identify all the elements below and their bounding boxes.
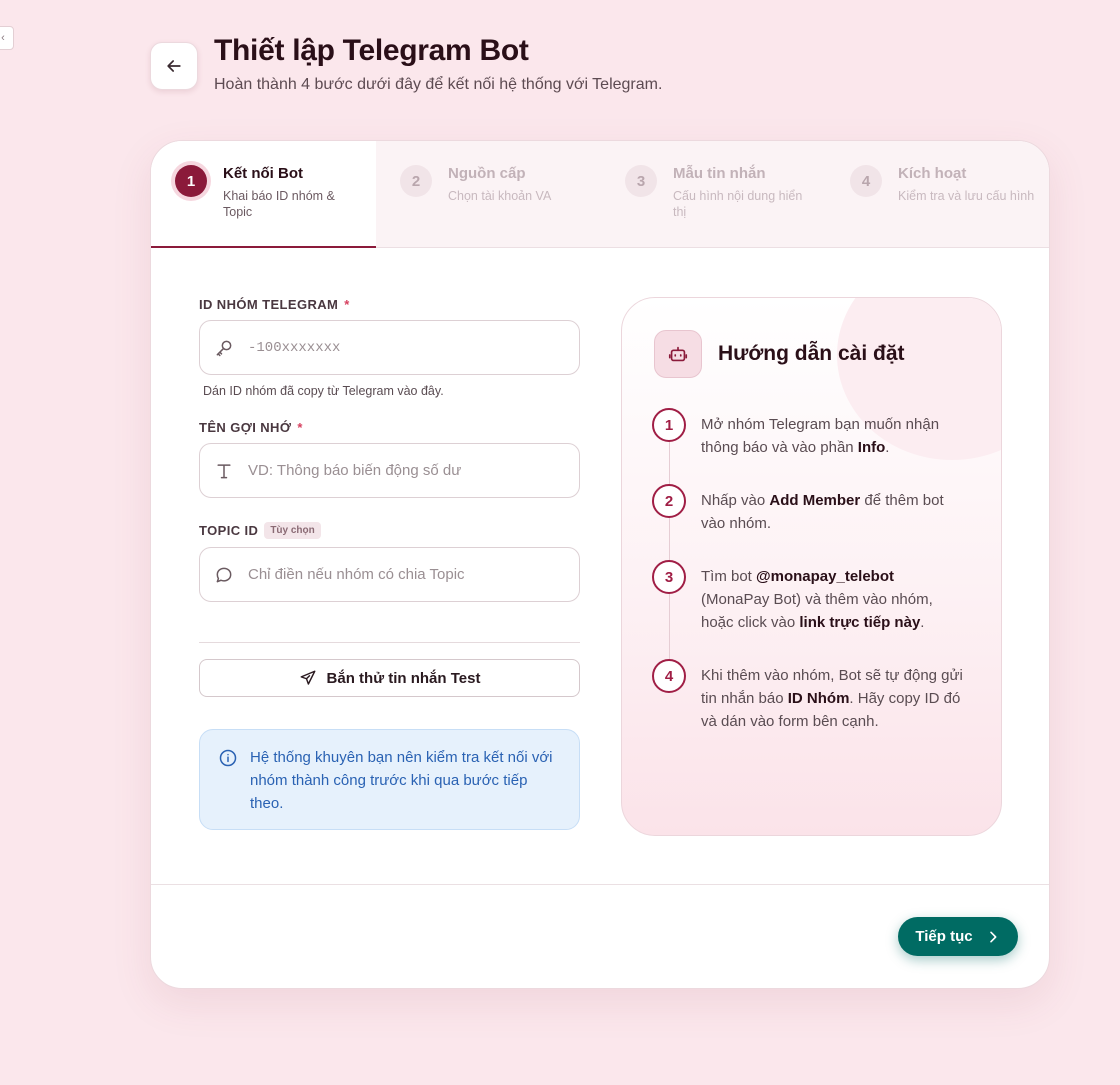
guide-step: 2 Nhấp vào Add Member để thêm bot vào nh… — [652, 484, 971, 535]
step-number: 4 — [850, 165, 882, 197]
step-activate[interactable]: 4 Kích hoạt Kiểm tra và lưu cấu hình — [826, 141, 1049, 247]
page-subtitle: Hoàn thành 4 bước dưới đây để kết nối hệ… — [214, 76, 663, 93]
step-desc: Chọn tài khoản VA — [448, 189, 552, 203]
send-test-message-label: Bắn thử tin nhắn Test — [326, 669, 481, 687]
topic-id-label-text: TOPIC ID — [199, 523, 259, 538]
footer-divider — [151, 884, 1049, 885]
group-id-placeholder: -100xxxxxxx — [248, 339, 341, 356]
robot-icon — [654, 330, 702, 378]
step-title: Mẫu tin nhắn — [673, 165, 766, 182]
nickname-field[interactable]: VD: Thông báo biến động số dư — [199, 443, 580, 498]
step-desc: Khai báo ID nhóm & Topic — [223, 189, 335, 219]
text-icon — [217, 463, 231, 478]
step-desc: Kiểm tra và lưu cấu hình — [898, 189, 1035, 203]
topic-id-placeholder: Chỉ điền nếu nhóm có chia Topic — [248, 566, 465, 583]
step-connect-bot[interactable]: 1 Kết nối Bot Khai báo ID nhóm & Topic — [151, 141, 376, 248]
topic-id-label: TOPIC ID Tùy chọn — [199, 522, 580, 539]
continue-button[interactable]: Tiếp tục — [898, 917, 1018, 956]
back-button[interactable] — [150, 42, 198, 90]
setup-guide-panel: Hướng dẫn cài đặt 1 Mở nhóm Telegram bạn… — [621, 297, 1002, 836]
step-message-template[interactable]: 3 Mẫu tin nhắn Cấu hình nội dung hiển th… — [601, 141, 826, 247]
step-source[interactable]: 2 Nguồn cấp Chọn tài khoản VA — [376, 141, 601, 247]
page-title: Thiết lập Telegram Bot — [214, 34, 529, 67]
nickname-placeholder: VD: Thông báo biến động số dư — [248, 462, 462, 479]
nickname-label: TÊN GỢI NHỚ * — [199, 420, 580, 435]
step-title: Kích hoạt — [898, 165, 967, 182]
required-mark: * — [297, 420, 303, 435]
guide-step: 3 Tìm bot @monapay_telebot (MonaPay Bot)… — [652, 560, 971, 634]
guide-step-number: 4 — [652, 659, 686, 693]
guide-step-number: 2 — [652, 484, 686, 518]
guide-step-text: Tìm bot @monapay_telebot (MonaPay Bot) v… — [701, 568, 933, 631]
topic-id-field[interactable]: Chỉ điền nếu nhóm có chia Topic — [199, 547, 580, 602]
guide-step: 1 Mở nhóm Telegram bạn muốn nhận thông b… — [652, 408, 971, 459]
bot-form: ID NHÓM TELEGRAM * -100xxxxxxx Dán ID nh… — [199, 297, 580, 830]
chevron-right-icon — [989, 931, 997, 942]
group-id-label-text: ID NHÓM TELEGRAM — [199, 297, 339, 312]
form-divider — [199, 642, 580, 643]
guide-step-text: Nhấp vào Add Member để thêm bot vào nhóm… — [701, 492, 944, 532]
guide-step-number: 1 — [652, 408, 686, 442]
page-header: Thiết lập Telegram Bot Hoàn thành 4 bước… — [150, 34, 662, 94]
chat-bubble-icon — [216, 567, 232, 582]
nickname-label-text: TÊN GỢI NHỚ — [199, 420, 292, 435]
step-title: Kết nối Bot — [223, 165, 303, 182]
info-icon — [219, 749, 237, 767]
send-icon — [300, 670, 315, 685]
info-notice-text: Hệ thống khuyên bạn nên kiểm tra kết nối… — [250, 749, 553, 812]
info-notice: Hệ thống khuyên bạn nên kiểm tra kết nối… — [199, 729, 580, 830]
direct-link[interactable]: link trực tiếp này — [799, 614, 920, 631]
step-number: 2 — [400, 165, 432, 197]
guide-step: 4 Khi thêm vào nhóm, Bot sẽ tự động gửi … — [652, 659, 971, 733]
guide-title: Hướng dẫn cài đặt — [718, 342, 905, 365]
step-title: Nguồn cấp — [448, 165, 526, 182]
guide-step-number: 3 — [652, 560, 686, 594]
required-mark: * — [344, 297, 350, 312]
key-icon — [216, 340, 232, 356]
group-id-hint: Dán ID nhóm đã copy từ Telegram vào đây. — [203, 384, 444, 398]
guide-step-text: Khi thêm vào nhóm, Bot sẽ tự động gửi ti… — [701, 667, 963, 730]
arrow-left-icon — [167, 60, 181, 72]
stepper: 1 Kết nối Bot Khai báo ID nhóm & Topic 2… — [151, 141, 1049, 248]
group-id-field[interactable]: -100xxxxxxx — [199, 320, 580, 375]
edge-tab[interactable]: ‹ — [0, 26, 14, 50]
step-number: 1 — [175, 165, 207, 197]
setup-card: 1 Kết nối Bot Khai báo ID nhóm & Topic 2… — [150, 140, 1050, 989]
group-id-label: ID NHÓM TELEGRAM * — [199, 297, 580, 312]
step-number: 3 — [625, 165, 657, 197]
send-test-message-button[interactable]: Bắn thử tin nhắn Test — [199, 659, 580, 697]
step-desc: Cấu hình nội dung hiển thị — [673, 189, 803, 219]
optional-badge: Tùy chọn — [264, 522, 321, 539]
guide-header: Hướng dẫn cài đặt — [622, 298, 1001, 378]
guide-steps: 1 Mở nhóm Telegram bạn muốn nhận thông b… — [622, 378, 1001, 733]
guide-step-text: Mở nhóm Telegram bạn muốn nhận thông báo… — [701, 416, 940, 456]
continue-label: Tiếp tục — [915, 928, 973, 945]
